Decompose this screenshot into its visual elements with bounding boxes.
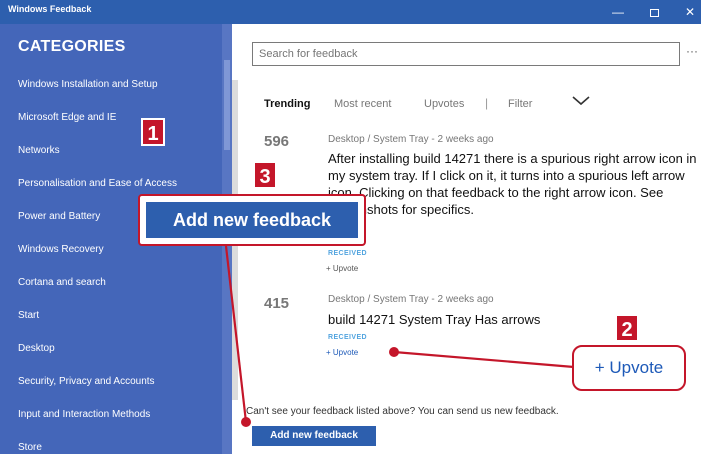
- sidebar-item-recovery[interactable]: Windows Recovery: [18, 244, 104, 255]
- sidebar-item-security[interactable]: Security, Privacy and Accounts: [18, 376, 155, 387]
- tab-most-recent[interactable]: Most recent: [334, 98, 391, 110]
- annotation-badge-3: 3: [253, 161, 277, 189]
- callout-add-label: Add new feedback: [146, 202, 358, 238]
- close-button[interactable]: ✕: [676, 2, 701, 22]
- search-input[interactable]: [252, 42, 680, 66]
- sidebar-scrollbar-thumb[interactable]: [224, 60, 230, 150]
- annotation-badge-1: 1: [141, 118, 165, 146]
- feedback-2-meta: Desktop / System Tray - 2 weeks ago: [328, 294, 494, 305]
- tab-filter[interactable]: Filter: [508, 98, 532, 110]
- feedback-2-status: RECEIVED: [328, 334, 367, 341]
- sidebar-item-power[interactable]: Power and Battery: [18, 211, 100, 222]
- callout-add-new-feedback: Add new feedback: [138, 194, 366, 246]
- feedback-2-upvote-button[interactable]: + Upvote: [326, 348, 358, 357]
- feedback-1-status: RECEIVED: [328, 250, 367, 257]
- sidebar-item-desktop[interactable]: Desktop: [18, 343, 55, 354]
- tab-trending[interactable]: Trending: [264, 98, 310, 110]
- feedback-1-title[interactable]: After installing build 14271 there is a …: [328, 150, 698, 218]
- sidebar-item-personalisation[interactable]: Personalisation and Ease of Access: [18, 178, 177, 189]
- sidebar-item-installation[interactable]: Windows Installation and Setup: [18, 79, 158, 90]
- feedback-1-meta: Desktop / System Tray - 2 weeks ago: [328, 134, 494, 145]
- sidebar-item-input[interactable]: Input and Interaction Methods: [18, 409, 150, 420]
- categories-heading: CATEGORIES: [18, 38, 126, 55]
- new-feedback-prompt: Can't see your feedback listed above? Yo…: [246, 406, 559, 417]
- callout-upvote: + Upvote: [572, 345, 686, 391]
- title-bar: Windows Feedback — ✕: [0, 0, 701, 24]
- chevron-down-icon[interactable]: [571, 95, 591, 107]
- feedback-1-vote-count: 596: [264, 133, 290, 150]
- tab-upvotes[interactable]: Upvotes: [424, 98, 464, 110]
- window-title: Windows Feedback: [8, 4, 92, 14]
- sidebar-item-store[interactable]: Store: [18, 442, 42, 453]
- sidebar-item-cortana[interactable]: Cortana and search: [18, 277, 106, 288]
- sidebar-item-edge[interactable]: Microsoft Edge and IE: [18, 112, 116, 123]
- feedback-2-title[interactable]: build 14271 System Tray Has arrows: [328, 311, 698, 328]
- minimize-button[interactable]: —: [604, 2, 632, 22]
- tab-separator: |: [485, 96, 489, 110]
- minimize-icon: —: [612, 5, 624, 19]
- more-options-button[interactable]: ···: [686, 44, 698, 58]
- maximize-button[interactable]: [640, 2, 668, 22]
- feedback-1-upvote-button[interactable]: + Upvote: [326, 264, 358, 273]
- add-new-feedback-button[interactable]: Add new feedback: [252, 426, 376, 446]
- sidebar-item-networks[interactable]: Networks: [18, 145, 60, 156]
- maximize-icon: [649, 8, 659, 17]
- annotation-badge-2: 2: [615, 314, 639, 342]
- feedback-2-vote-count: 415: [264, 295, 290, 312]
- close-icon: ✕: [684, 5, 696, 19]
- sidebar-item-start[interactable]: Start: [18, 310, 39, 321]
